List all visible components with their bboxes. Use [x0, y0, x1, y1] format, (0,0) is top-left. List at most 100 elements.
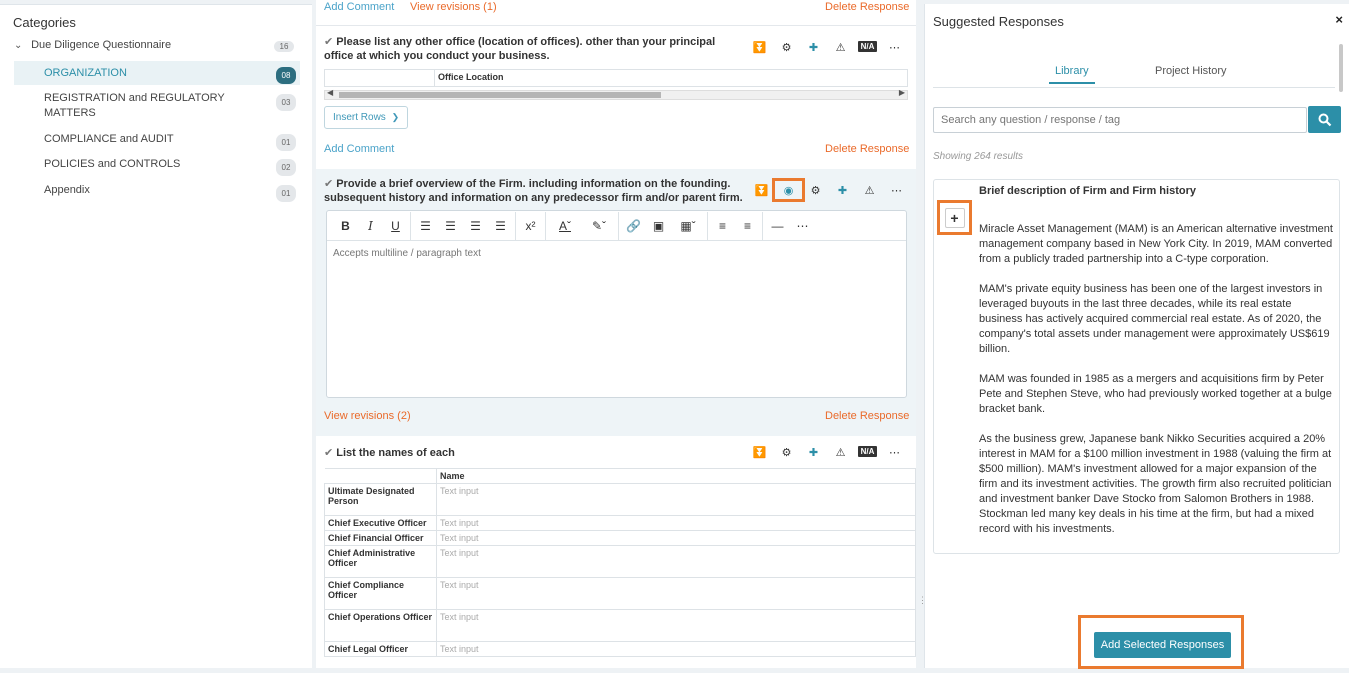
rich-text-editor[interactable]: B I U ☰ ☰ ☰ ☰ x² Aˇ ✎ˇ 🔗 ▣ ▦ˇ ≡ ≡ — ⋯ Ac… — [326, 210, 907, 398]
select-response-button[interactable]: + — [937, 200, 972, 235]
divider — [618, 211, 619, 240]
more-icon[interactable]: ⋯ — [790, 216, 815, 236]
table-row: Chief Executive Officer Text input — [324, 515, 916, 531]
image-icon[interactable]: ▣ — [646, 216, 671, 236]
delete-response-link[interactable]: Delete Response — [825, 410, 909, 422]
chevron-down-icon[interactable]: ⌄ — [14, 40, 28, 51]
category-item-appendix[interactable]: Appendix 01 — [14, 183, 300, 202]
warning-icon[interactable]: ⚠ — [856, 181, 883, 199]
table-row: Ultimate Designated Person Text input — [324, 483, 916, 516]
table-header-empty — [324, 69, 435, 87]
count-badge: 01 — [276, 134, 296, 151]
search-input[interactable] — [933, 107, 1307, 133]
category-item-registration[interactable]: REGISTRATION and REGULATORY MATTERS 03 — [14, 91, 300, 121]
delete-response-link[interactable]: Delete Response — [825, 143, 909, 155]
divider — [707, 211, 708, 240]
count-badge: 16 — [274, 41, 294, 52]
underline-icon[interactable]: U — [383, 216, 408, 236]
view-revisions-link[interactable]: View revisions (2) — [324, 410, 411, 422]
text-input-cell[interactable]: Text input — [436, 545, 916, 578]
numbered-list-icon[interactable]: ≡ — [735, 216, 760, 236]
plus-icon: + — [944, 207, 965, 228]
na-icon[interactable]: N/A — [858, 41, 877, 52]
categories-panel: Categories ⌄ Due Diligence Questionnaire… — [0, 4, 312, 668]
text-input-cell[interactable]: Text input — [436, 530, 916, 546]
question-toolbar: ⏬ ⚙ ✚ ⚠ N/A ⋯ — [746, 38, 908, 56]
text-input-cell[interactable]: Text input — [436, 483, 916, 516]
count-badge: 08 — [276, 67, 296, 84]
suggested-responses-panel: Suggested Responses × Library Project Hi… — [924, 4, 1349, 669]
search-button[interactable] — [1308, 106, 1341, 133]
scroll-right-icon[interactable]: ▶ — [899, 88, 905, 97]
align-justify-icon[interactable]: ☰ — [488, 216, 513, 236]
category-item-compliance[interactable]: COMPLIANCE and AUDIT 01 — [14, 132, 300, 151]
officers-table: Name Ultimate Designated Person Text inp… — [324, 468, 916, 657]
table-header-empty — [324, 468, 437, 484]
horizontal-scrollbar[interactable]: ◀ ▶ — [324, 88, 908, 100]
category-item-organization[interactable]: ORGANIZATION 08 — [14, 61, 300, 85]
assign-icon[interactable]: ⏬ — [748, 181, 775, 199]
gear-icon[interactable]: ⚙ — [802, 181, 829, 199]
question-text: ✔ List the names of each — [324, 446, 744, 460]
categories-title: Categories — [13, 15, 76, 30]
warning-icon[interactable]: ⚠ — [827, 443, 854, 461]
vertical-scrollbar-thumb[interactable] — [1339, 44, 1343, 92]
table-row: Chief Administrative Officer Text input — [324, 545, 916, 578]
text-input-cell[interactable]: Text input — [436, 609, 916, 642]
scrollbar-thumb[interactable] — [339, 92, 661, 98]
close-icon[interactable]: × — [1335, 12, 1343, 27]
bullet-list-icon[interactable]: ≡ — [710, 216, 735, 236]
add-user-icon[interactable]: ✚ — [800, 38, 827, 56]
na-icon[interactable]: N/A — [858, 446, 877, 457]
add-comment-link[interactable]: Add Comment — [324, 143, 394, 155]
tab-library[interactable]: Library — [1049, 65, 1095, 84]
horizontal-rule-icon[interactable]: — — [765, 216, 790, 236]
count-badge: 03 — [276, 94, 296, 111]
table-icon[interactable]: ▦ˇ — [671, 216, 705, 236]
align-left-icon[interactable]: ☰ — [413, 216, 438, 236]
row-label: Chief Financial Officer — [324, 530, 437, 546]
font-color-icon[interactable]: Aˇ — [548, 216, 582, 236]
insert-rows-button[interactable]: Insert Rows ❯ — [324, 106, 409, 129]
text-input-cell[interactable]: Text input — [436, 577, 916, 610]
link-icon[interactable]: 🔗 — [621, 216, 646, 236]
tree-root-due-diligence[interactable]: ⌄ Due Diligence Questionnaire 16 — [14, 39, 298, 52]
count-badge: 02 — [276, 159, 296, 176]
more-icon[interactable]: ⋯ — [883, 181, 910, 199]
add-user-icon[interactable]: ✚ — [800, 443, 827, 461]
gear-icon[interactable]: ⚙ — [773, 38, 800, 56]
response-body: Miracle Asset Management (MAM) is an Ame… — [979, 222, 1334, 552]
italic-icon[interactable]: I — [358, 216, 383, 236]
scroll-left-icon[interactable]: ◀ — [327, 88, 333, 97]
category-item-policies[interactable]: POLICIES and CONTROLS 02 — [14, 157, 300, 176]
view-revisions-link[interactable]: View revisions (1) — [410, 1, 497, 13]
align-center-icon[interactable]: ☰ — [438, 216, 463, 236]
table-header: Office Location — [434, 69, 908, 87]
editor-placeholder: Accepts multiline / paragraph text — [333, 248, 481, 259]
assign-icon[interactable]: ⏬ — [746, 38, 773, 56]
suggested-responses-icon[interactable]: ◉ — [772, 178, 805, 202]
text-input-cell[interactable]: Text input — [436, 515, 916, 531]
add-user-icon[interactable]: ✚ — [829, 181, 856, 199]
warning-icon[interactable]: ⚠ — [827, 38, 854, 56]
bold-icon[interactable]: B — [333, 216, 358, 236]
add-selected-responses-button[interactable]: Add Selected Responses — [1094, 632, 1231, 658]
insert-rows-label: Insert Rows — [333, 112, 386, 123]
text-input-cell[interactable]: Text input — [436, 641, 916, 657]
question-toolbar: ⏬ ◉ ⚙ ✚ ⚠ ⋯ — [748, 178, 910, 202]
row-label: Chief Compliance Officer — [324, 577, 437, 610]
delete-response-link[interactable]: Delete Response — [825, 1, 909, 13]
superscript-icon[interactable]: x² — [518, 216, 543, 236]
table-row: Chief Financial Officer Text input — [324, 530, 916, 546]
assign-icon[interactable]: ⏬ — [746, 443, 773, 461]
highlight-color-icon[interactable]: ✎ˇ — [582, 216, 616, 236]
more-icon[interactable]: ⋯ — [881, 38, 908, 56]
gear-icon[interactable]: ⚙ — [773, 443, 800, 461]
tab-project-history[interactable]: Project History — [1155, 65, 1227, 77]
check-icon: ✔ — [324, 36, 334, 48]
add-comment-link[interactable]: Add Comment — [324, 1, 394, 13]
align-right-icon[interactable]: ☰ — [463, 216, 488, 236]
more-icon[interactable]: ⋯ — [881, 443, 908, 461]
row-label: Chief Legal Officer — [324, 641, 437, 657]
response-paragraph: As the business grew, Japanese bank Nikk… — [979, 433, 1332, 535]
